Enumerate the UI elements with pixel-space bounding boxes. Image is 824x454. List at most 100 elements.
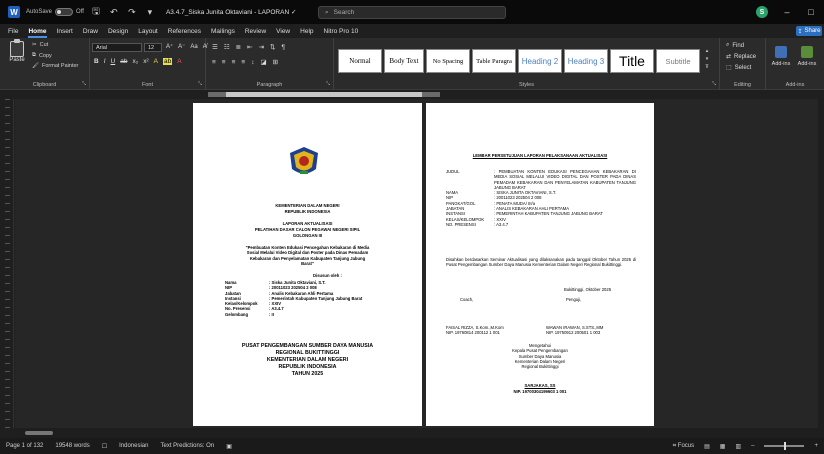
increase-indent-icon[interactable]: ⇥ (259, 43, 264, 51)
addins-button-1[interactable]: Add-ins (770, 46, 792, 67)
page-count[interactable]: Page 1 of 132 (6, 443, 43, 449)
word-count[interactable]: 19548 words (55, 443, 89, 449)
font-size-select[interactable]: 12 (144, 43, 162, 52)
vertical-ruler[interactable] (0, 99, 14, 428)
superscript-icon[interactable]: x² (143, 58, 148, 65)
page-cover[interactable]: KEMENTERIAN DALAM NEGERI REPUBLIK INDONE… (193, 103, 422, 426)
editing-label: Editing (734, 82, 751, 88)
tab-help[interactable]: Help (300, 28, 313, 35)
subscript-icon[interactable]: x₂ (132, 58, 138, 65)
autosave-toggle[interactable] (55, 8, 74, 16)
share-button[interactable]: ⇪ Share (796, 26, 822, 36)
tab-draw[interactable]: Draw (83, 28, 98, 35)
line-spacing-icon[interactable]: ↕ (251, 59, 254, 66)
avatar[interactable]: S (756, 6, 768, 18)
text-predictions[interactable]: Text Predictions: On (160, 443, 214, 449)
zoom-slider[interactable] (764, 442, 805, 450)
shading-icon[interactable]: ◪ (260, 58, 266, 66)
undo-icon[interactable]: ↶ (108, 6, 120, 18)
show-marks-icon[interactable]: ¶ (281, 44, 285, 51)
accessibility-icon[interactable]: ▣ (226, 443, 232, 450)
text-effects-icon[interactable]: A (154, 58, 158, 65)
print-layout-icon[interactable]: ▦ (720, 443, 726, 450)
font-color-icon[interactable]: A (177, 58, 181, 65)
strikethrough-icon[interactable]: ab (120, 58, 127, 65)
customize-toolbar-icon[interactable]: ▾ (144, 6, 156, 18)
read-mode-icon[interactable]: ▤ (704, 443, 710, 450)
tab-file[interactable]: File (8, 28, 18, 35)
bold-icon[interactable]: B (94, 58, 99, 65)
autosave[interactable]: AutoSave Off (26, 8, 84, 16)
find-button[interactable]: ⌕ Find (726, 42, 744, 49)
tab-nitro[interactable]: Nitro Pro 10 (324, 28, 359, 35)
style-body-text[interactable]: Body Text (384, 49, 424, 73)
zoom-in-icon[interactable]: + (814, 443, 818, 449)
shrink-font-icon[interactable]: A⁻ (178, 43, 185, 50)
select-button[interactable]: ⬚ Select (726, 64, 751, 72)
style-table-paragraph[interactable]: Table Paragra (472, 49, 516, 73)
horizontal-ruler[interactable] (208, 92, 440, 97)
align-right-icon[interactable]: ≡ (232, 59, 236, 66)
styles-scroll[interactable]: ▴ ▾ ⊽ (704, 48, 710, 74)
vertical-scrollbar[interactable] (818, 99, 824, 428)
chevron-down-icon[interactable]: ▾ (706, 56, 709, 62)
horizontal-scroll-thumb[interactable] (25, 431, 53, 435)
justify-icon[interactable]: ≡ (241, 59, 245, 66)
style-title[interactable]: Title (610, 49, 654, 73)
highlight-icon[interactable]: ab (163, 58, 173, 65)
focus-mode[interactable]: ⌗ Focus (673, 443, 694, 450)
font-name-select[interactable]: Arial (92, 43, 142, 52)
tab-review[interactable]: Review (245, 28, 266, 35)
align-center-icon[interactable]: ≡ (222, 59, 226, 66)
approval-identity: JUDUL: PEMBUATAN KONTEN EDUKASI PENCEGAH… (446, 169, 636, 227)
tab-mailings[interactable]: Mailings (211, 28, 235, 35)
addins-button-2[interactable]: Add-ins (796, 46, 818, 67)
minimize-button[interactable]: – (782, 7, 792, 17)
align-left-icon[interactable]: ≡ (212, 59, 216, 66)
replace-button[interactable]: ⇄ Replace (726, 53, 756, 61)
cut-button[interactable]: ✂ Cut (32, 42, 48, 48)
numbering-icon[interactable]: ☷ (224, 43, 230, 51)
scissors-icon: ✂ (32, 42, 37, 48)
copy-button[interactable]: ⧉ Copy (32, 52, 52, 59)
decrease-indent-icon[interactable]: ⇤ (247, 43, 252, 51)
style-no-spacing[interactable]: No Spacing (426, 49, 470, 73)
clipboard-dialog-icon[interactable]: ⤡ (82, 81, 86, 87)
style-subtitle[interactable]: Subtitle (656, 49, 700, 73)
format-painter-button[interactable]: 🖌 Format Painter (32, 63, 78, 69)
sort-icon[interactable]: ⇅ (270, 43, 275, 51)
tab-layout[interactable]: Layout (138, 28, 158, 35)
language[interactable]: Indonesian (119, 443, 148, 449)
search-input[interactable]: ⌕ Search (318, 6, 506, 19)
redo-icon[interactable]: ↷ (126, 6, 138, 18)
font-dialog-icon[interactable]: ⤡ (198, 81, 202, 87)
style-heading-3[interactable]: Heading 3 (564, 49, 608, 73)
multilevel-list-icon[interactable]: ≣ (236, 43, 241, 51)
paste-button[interactable]: Paste (6, 39, 28, 69)
tab-home[interactable]: Home (28, 28, 47, 38)
bullets-icon[interactable]: ☰ (212, 43, 218, 51)
style-heading-2[interactable]: Heading 2 (518, 49, 562, 73)
tab-references[interactable]: References (168, 28, 201, 35)
proofing-icon[interactable]: ☐ (102, 443, 107, 450)
zoom-out-icon[interactable]: – (751, 443, 754, 449)
page-approval[interactable]: LEMBAR PERSETUJUAN LAPORAN PELAKSANAAN A… (426, 103, 654, 426)
more-styles-icon[interactable]: ⊽ (705, 64, 709, 70)
save-icon[interactable]: 🖫 (90, 6, 102, 18)
paragraph-dialog-icon[interactable]: ⤡ (326, 81, 330, 87)
change-case-icon[interactable]: Aa (190, 44, 197, 50)
italic-icon[interactable]: I (104, 58, 106, 65)
horizontal-scrollbar[interactable] (15, 428, 824, 438)
grow-font-icon[interactable]: A⁺ (166, 43, 173, 50)
web-layout-icon[interactable]: ▥ (735, 443, 741, 450)
document-title[interactable]: A3.4.7_Siska Junita Oktaviani - LAPORAN … (166, 8, 296, 16)
tab-design[interactable]: Design (108, 28, 128, 35)
restore-button[interactable]: □ (806, 7, 816, 17)
styles-dialog-icon[interactable]: ⤡ (712, 81, 716, 87)
tab-view[interactable]: View (276, 28, 290, 35)
borders-icon[interactable]: ⊞ (273, 58, 278, 66)
tab-insert[interactable]: Insert (57, 28, 73, 35)
chevron-up-icon[interactable]: ▴ (706, 48, 709, 54)
underline-icon[interactable]: U (111, 58, 116, 65)
style-normal[interactable]: Normal (338, 49, 382, 73)
